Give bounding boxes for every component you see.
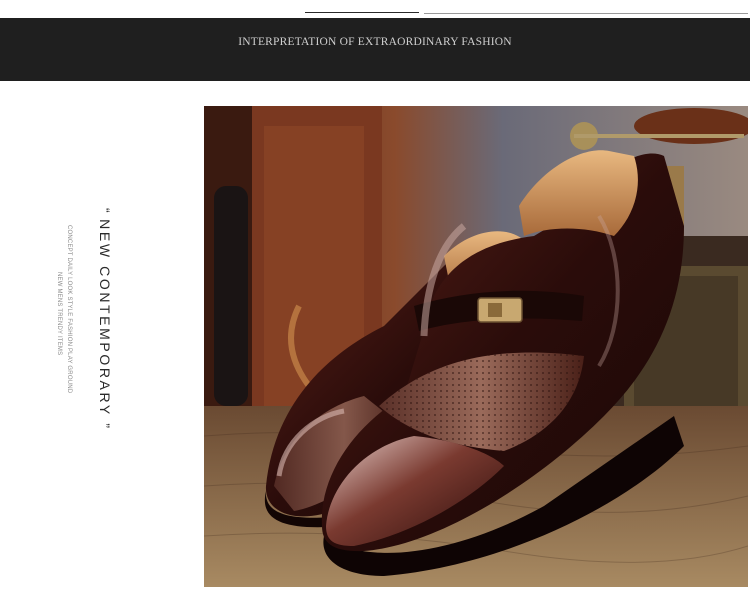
top-divider-left xyxy=(305,12,419,13)
banner-title: INTERPRETATION OF EXTRAORDINARY FASHION xyxy=(238,36,512,48)
header-banner xyxy=(0,18,750,81)
headline-text: NEW CONTEMPORARY xyxy=(97,219,113,417)
top-divider-right xyxy=(424,13,748,14)
quote-close: ” xyxy=(97,423,113,429)
shoe-illustration xyxy=(204,106,748,587)
tagline-line-1: CONCEPT DAILY LOOK STYLE FASHION PLAY GR… xyxy=(66,225,72,394)
product-photo xyxy=(204,106,748,587)
tagline-line-2: NEW MENS TRENDY ITEMS xyxy=(56,272,62,356)
quote-open: “ xyxy=(97,208,113,213)
headline-vertical: “ NEW CONTEMPORARY ” xyxy=(93,208,113,440)
product-detail-page: INTERPRETATION OF EXTRAORDINARY FASHION … xyxy=(0,0,750,607)
